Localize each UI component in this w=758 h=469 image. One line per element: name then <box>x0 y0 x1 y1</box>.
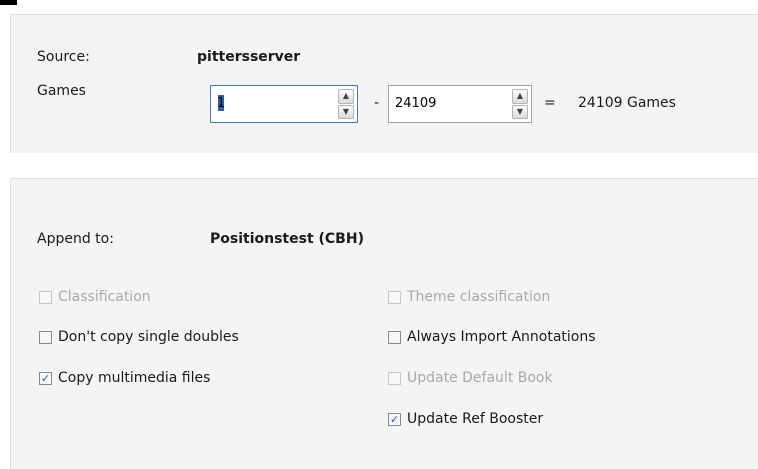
games-equals-sign: = <box>544 95 556 111</box>
always-import-annotations-label: Always Import Annotations <box>407 329 596 345</box>
checkmark-icon[interactable]: ✓ <box>388 412 401 426</box>
games-to-spin-buttons: ▲ ▼ <box>512 89 528 119</box>
checkbox-box[interactable] <box>39 290 52 304</box>
source-value: pittersserver <box>197 49 301 65</box>
update-ref-booster-checkbox[interactable]: ✓ Update Ref Booster <box>388 411 543 427</box>
theme-classification-label: Theme classification <box>407 289 551 305</box>
checkbox-box[interactable] <box>388 290 401 304</box>
append-label: Append to: <box>37 231 114 247</box>
games-from-spinbox[interactable]: 1 ▲ ▼ <box>210 85 358 123</box>
window-corner-mark <box>0 0 17 5</box>
update-default-book-label: Update Default Book <box>407 370 553 386</box>
update-default-book-checkbox[interactable]: Update Default Book <box>388 370 553 386</box>
games-from-spin-buttons: ▲ ▼ <box>338 89 354 119</box>
games-total: 24109 Games <box>578 95 676 111</box>
games-range-dash: - <box>374 95 380 111</box>
dont-copy-single-doubles-label: Don't copy single doubles <box>58 329 239 345</box>
classification-label: Classification <box>58 289 151 305</box>
games-to-value[interactable]: 24109 <box>395 96 436 111</box>
games-to-spinbox[interactable]: 24109 ▲ ▼ <box>388 85 532 123</box>
dont-copy-single-doubles-checkbox[interactable]: Don't copy single doubles <box>39 329 239 345</box>
source-label: Source: <box>37 49 90 65</box>
copy-multimedia-files-checkbox[interactable]: ✓ Copy multimedia files <box>39 370 210 386</box>
update-ref-booster-label: Update Ref Booster <box>407 411 544 427</box>
theme-classification-checkbox[interactable]: Theme classification <box>388 289 550 305</box>
append-options-panel: Append to: Positionstest (CBH) Classific… <box>10 178 758 469</box>
games-from-value[interactable]: 1 <box>217 96 225 111</box>
checkbox-box[interactable] <box>388 371 401 385</box>
spin-down-icon[interactable]: ▼ <box>512 104 528 119</box>
always-import-annotations-checkbox[interactable]: Always Import Annotations <box>388 329 596 345</box>
checkbox-box[interactable] <box>39 330 52 344</box>
spin-up-icon[interactable]: ▲ <box>512 89 528 104</box>
games-label: Games <box>37 83 86 99</box>
checkmark-icon[interactable]: ✓ <box>39 371 52 385</box>
spin-up-icon[interactable]: ▲ <box>338 89 354 104</box>
spin-down-icon[interactable]: ▼ <box>338 104 354 119</box>
checkbox-box[interactable] <box>388 330 401 344</box>
copy-multimedia-files-label: Copy multimedia files <box>58 370 211 386</box>
append-target: Positionstest (CBH) <box>210 231 364 247</box>
classification-checkbox[interactable]: Classification <box>39 289 151 305</box>
source-games-panel: Source: pittersserver Games 1 ▲ ▼ - 2410… <box>10 14 758 153</box>
